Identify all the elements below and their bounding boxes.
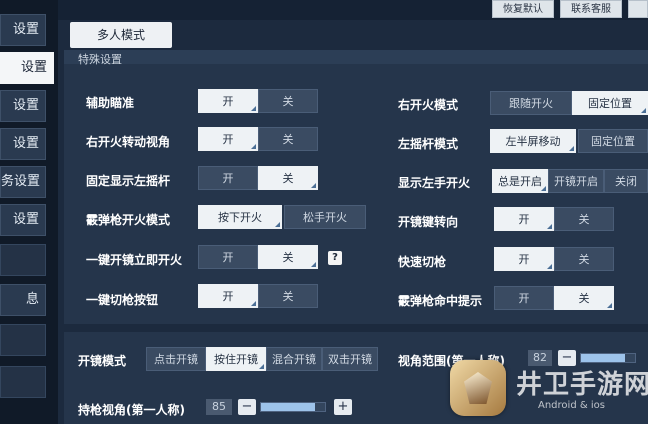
panel-title-bar	[64, 50, 648, 64]
show-left-fire-scope[interactable]: 开镜开启	[548, 169, 604, 193]
show-left-fire-off[interactable]: 关闭	[604, 169, 648, 193]
sidebar-item-6[interactable]	[0, 244, 46, 276]
aim-assist-label: 辅助瞄准	[86, 96, 135, 110]
sidebar-item-9[interactable]	[0, 366, 46, 398]
watermark-logo-icon	[450, 360, 506, 416]
shotgun-fire-mode-label: 霰弹枪开火模式	[86, 213, 171, 227]
sidebar-item-7[interactable]: 息	[0, 284, 46, 316]
aim-assist-off[interactable]: 关	[258, 89, 318, 113]
quick-switch-button-label: 一键切枪按钮	[86, 293, 159, 307]
quick-switch-gun-on[interactable]: 开	[494, 247, 554, 271]
restore-default-button[interactable]: 恢复默认	[492, 0, 554, 18]
shotgun-hit-hint-off[interactable]: 关	[554, 286, 614, 310]
right-fire-mode-label: 右开火模式	[398, 98, 459, 112]
shotgun-hit-hint-label: 霰弹枪命中提示	[398, 294, 483, 308]
panel-title: 特殊设置	[78, 53, 122, 66]
sidebar-item-8[interactable]	[0, 324, 46, 356]
tab-multiplayer-mode[interactable]: 多人模式	[70, 22, 172, 48]
right-fire-turn-view-label: 右开火转动视角	[86, 135, 171, 149]
scope-mode-double-tap[interactable]: 双击开镜	[322, 347, 378, 371]
left-joystick-half-screen[interactable]: 左半屏移动	[490, 129, 576, 153]
shotgun-hit-hint-on[interactable]: 开	[494, 286, 554, 310]
top-extra-button[interactable]	[628, 0, 648, 18]
gun-view-minus-button[interactable]: −	[238, 399, 256, 415]
left-joystick-fixed[interactable]: 固定位置	[578, 129, 648, 153]
sidebar-item-4[interactable]: 务设置	[0, 166, 46, 198]
scope-instant-fire-off[interactable]: 关	[258, 245, 318, 269]
gun-view-slider-fill	[261, 403, 316, 411]
watermark-title: 井卫手游网	[516, 370, 648, 400]
right-fire-turn-view-off[interactable]: 关	[258, 127, 318, 151]
sidebar-item-5[interactable]: 设置	[0, 204, 46, 236]
show-left-fire-always[interactable]: 总是开启	[492, 169, 548, 193]
quick-switch-gun-off[interactable]: 关	[554, 247, 614, 271]
help-icon[interactable]: ?	[328, 251, 342, 265]
shotgun-press-fire[interactable]: 按下开火	[198, 205, 282, 229]
fire-key-turn-on[interactable]: 开	[494, 207, 554, 231]
quick-switch-gun-label: 快速切枪	[398, 255, 447, 269]
gun-view-value: 85	[206, 399, 232, 415]
gun-view-slider[interactable]	[260, 402, 326, 412]
show-left-fire-label: 显示左手开火	[398, 176, 471, 190]
gun-view-label: 持枪视角(第一人称)	[78, 403, 185, 417]
right-fire-turn-view-on[interactable]: 开	[198, 127, 258, 151]
scope-mode-tap[interactable]: 点击开镜	[146, 347, 206, 371]
scope-instant-fire-label: 一键开镜立即开火	[86, 253, 183, 267]
scope-instant-fire-on[interactable]: 开	[198, 245, 258, 269]
right-fire-fixed[interactable]: 固定位置	[572, 91, 648, 115]
fixed-left-joystick-on[interactable]: 开	[198, 166, 258, 190]
quick-switch-button-on[interactable]: 开	[198, 284, 258, 308]
left-joystick-mode-label: 左摇杆模式	[398, 137, 459, 151]
scope-mode-label: 开镜模式	[78, 354, 127, 368]
scope-mode-hold[interactable]: 按住开镜	[206, 347, 266, 371]
watermark-subtitle: Android & ios	[538, 400, 605, 411]
shotgun-release-fire[interactable]: 松手开火	[284, 205, 366, 229]
watermark: 井卫手游网 Android & ios	[446, 356, 648, 424]
fixed-left-joystick-off[interactable]: 关	[258, 166, 318, 190]
fire-key-turn-off[interactable]: 关	[554, 207, 614, 231]
quick-switch-button-off[interactable]: 关	[258, 284, 318, 308]
contact-support-button[interactable]: 联系客服	[560, 0, 622, 18]
sidebar-item-0[interactable]: 设置	[0, 14, 46, 46]
scope-mode-mixed[interactable]: 混合开镜	[266, 347, 322, 371]
fixed-left-joystick-label: 固定显示左摇杆	[86, 174, 171, 188]
sidebar-item-3[interactable]: 设置	[0, 128, 46, 160]
sidebar-item-2[interactable]: 设置	[0, 90, 46, 122]
aim-assist-on[interactable]: 开	[198, 89, 258, 113]
sidebar: 设置 设置 设置 设置 务设置 设置 息	[0, 0, 58, 424]
right-fire-follow[interactable]: 跟随开火	[490, 91, 572, 115]
gun-view-plus-button[interactable]: +	[334, 399, 352, 415]
sidebar-item-1-active[interactable]: 设置	[0, 52, 54, 84]
fire-key-turn-label: 开镜键转向	[398, 215, 459, 229]
